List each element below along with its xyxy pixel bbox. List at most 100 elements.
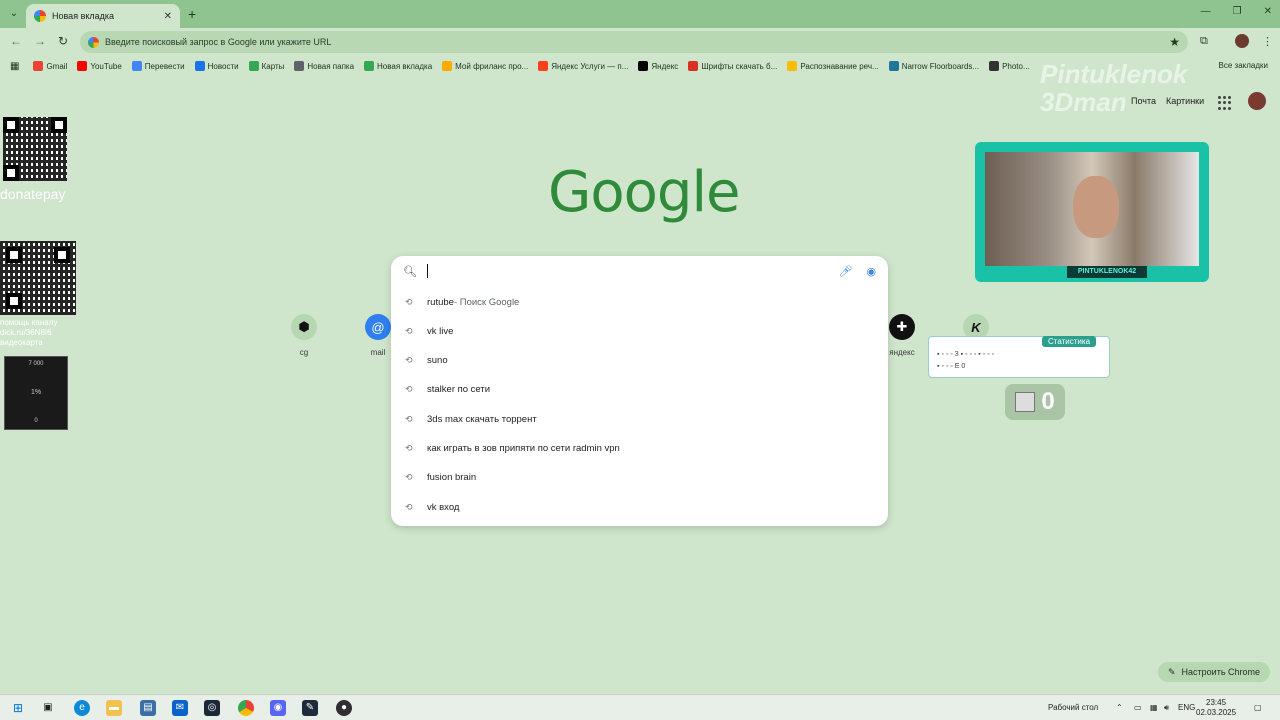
minimize-icon[interactable]: — [1201,6,1211,17]
language-indicator[interactable]: ENG [1178,703,1195,712]
customize-chrome-button[interactable]: ✎ Настроить Chrome [1158,662,1271,682]
google-apps-icon[interactable] [1218,96,1232,110]
bookmark-favicon-icon [638,61,649,71]
bookmark-item[interactable]: Новая папка [294,61,354,71]
channel-watermark: Pintuklenok 3Dman [1040,60,1187,116]
volume-icon[interactable]: 🔊︎ [1164,703,1169,713]
bookmark-label: Карты [261,61,285,71]
streamer-face [1073,176,1119,238]
task-view-icon[interactable]: ▣ [40,700,56,716]
bookmark-label: YouTube [90,61,122,71]
maximize-icon[interactable]: ❐ [1233,6,1242,17]
suggestion-item[interactable]: ⟲ vk вход [391,493,888,521]
bookmark-item[interactable]: Мой фриланс про... [442,61,528,71]
clock[interactable]: 23:45 02.03.2025 [1196,698,1236,718]
google-icon [88,36,99,48]
all-bookmarks[interactable]: Все закладки [1219,61,1268,70]
tray-chevron-icon[interactable]: ⌃ [1116,703,1123,712]
back-icon[interactable]: ← [10,34,22,48]
bookmark-item[interactable]: Распознавание реч... [787,61,879,71]
mail-app-icon[interactable]: ✉ [172,700,188,716]
bookmark-label: Яндекс Услуги — п... [551,61,629,71]
apps-grid-icon[interactable]: ▦ [10,61,19,72]
clock-date: 02.03.2025 [1196,708,1237,717]
desktop-label[interactable]: Рабочий стол [1048,703,1098,712]
close-window-icon[interactable]: ✕ [1264,6,1272,17]
shortcut-label: cg [299,348,309,357]
webcam-video [985,152,1199,266]
customize-label: Настроить Chrome [1181,667,1261,677]
bookmark-item[interactable]: Gmail [33,61,67,71]
bookmark-favicon-icon [364,61,375,71]
close-tab-icon[interactable]: ✕ [164,11,172,22]
steam-icon[interactable]: ◎ [204,700,220,716]
chrome-icon[interactable] [238,700,254,716]
google-lens-icon[interactable]: ◉ [866,265,876,278]
bookmark-favicon-icon [33,61,44,71]
shortcut-cg[interactable]: ⬢ cg [274,314,334,357]
menu-kebab-icon[interactable]: ⋮ [1262,35,1273,48]
notifications-icon[interactable]: ▢ [1254,703,1262,712]
bookmark-item[interactable]: Перевести [131,61,185,71]
google-favicon-icon [34,10,46,22]
streamer-name: PINTUKLENOK42 [1067,266,1147,278]
search-input[interactable] [426,264,831,278]
watermark-line-2: 3Dman [1040,87,1127,117]
window-controls: — ❐ ✕ [1201,6,1272,17]
shortcut-yandex-icon: ✚ [889,314,915,340]
edge-icon[interactable]: e [74,700,90,716]
bookmark-star-icon[interactable]: ★ [1169,35,1180,49]
suggestion-item[interactable]: ⟲ vk live [391,317,888,345]
suggestion-text: stalker по сети [427,384,491,396]
bookmark-label: Photo... [1002,61,1030,71]
bookmark-item[interactable]: Новости [194,61,239,71]
microphone-icon[interactable]: 🎤︎ [838,265,852,278]
bookmark-item[interactable]: Новая вкладка [364,61,432,71]
suggestion-text: rutube [427,296,454,308]
profile-avatar[interactable] [1235,34,1249,48]
suggestion-item[interactable]: ⟲ как играть в зов припяти по сети radmin… [391,435,888,463]
bookmark-item[interactable]: Шрифты скачать б... [688,61,777,71]
account-avatar[interactable] [1246,90,1268,112]
discord-icon[interactable]: ◉ [270,700,286,716]
bookmark-favicon-icon [194,61,205,71]
suggestion-item[interactable]: ⟲ rutube - Поиск Google [391,288,888,316]
tab-search-icon[interactable]: ⌄ [6,6,22,22]
history-icon: ⟲ [405,501,413,512]
suggestion-item[interactable]: ⟲ suno [391,347,888,375]
suggestion-item[interactable]: ⟲ 3ds max скачать торрент [391,405,888,433]
tab-strip: ⌄ Новая вкладка ✕ + — ❐ ✕ [0,0,1280,28]
file-explorer-icon[interactable]: ▬ [106,700,122,716]
suggestion-item[interactable]: ⟲ fusion brain [391,464,888,492]
forward-icon[interactable]: → [34,34,46,48]
tab-new-tab[interactable]: Новая вкладка ✕ [26,4,180,28]
bookmark-label: Мой фриланс про... [455,61,529,71]
history-icon: ⟲ [405,472,413,483]
store-icon[interactable]: ▤ [140,700,156,716]
history-icon: ⟲ [405,384,413,395]
bookmark-item[interactable]: YouTube [77,61,122,71]
network-icon[interactable]: ▦ [1150,703,1158,712]
new-tab-plus-icon[interactable]: + [188,6,196,22]
extensions-icon[interactable]: ⧉ [1200,35,1208,48]
reload-icon[interactable]: ↻ [58,34,68,48]
bookmark-item[interactable]: Карты [248,61,285,71]
address-bar[interactable]: Введите поисковый запрос в Google или ук… [80,31,1188,53]
webcam-frame: PINTUKLENOK42 [975,142,1209,282]
search-box[interactable]: 🔍︎ 🎤︎ ◉ [391,256,888,286]
obs-icon[interactable]: ● [336,700,352,716]
bookmark-item[interactable]: Яндекс Услуги — п... [538,61,628,71]
pencil-icon: ✎ [1168,666,1176,677]
history-icon: ⟲ [405,355,413,366]
suggestion-item[interactable]: ⟲ stalker по сети [391,376,888,404]
bookmark-favicon-icon [688,61,699,71]
stats-line-1: ▪ ◦ ◦ ◦ 3 ▪ ◦ ◦ ◦ ▪ ◦ ◦ ◦ [937,351,995,358]
app-icon[interactable]: ✎ [302,700,318,716]
bookmark-item[interactable]: Яндекс [638,61,678,71]
bookmark-label: Новости [207,61,239,71]
start-windows-icon[interactable]: ⊞ [10,700,26,716]
bookmark-item[interactable]: Photo... [989,61,1030,71]
help-channel-text: помощь каналу dick.ru/36N8I6 видеокарта [0,318,58,347]
bookmark-item[interactable]: Narrow Floorboards... [888,61,979,71]
tray-app-icon[interactable]: ▭ [1134,703,1142,712]
